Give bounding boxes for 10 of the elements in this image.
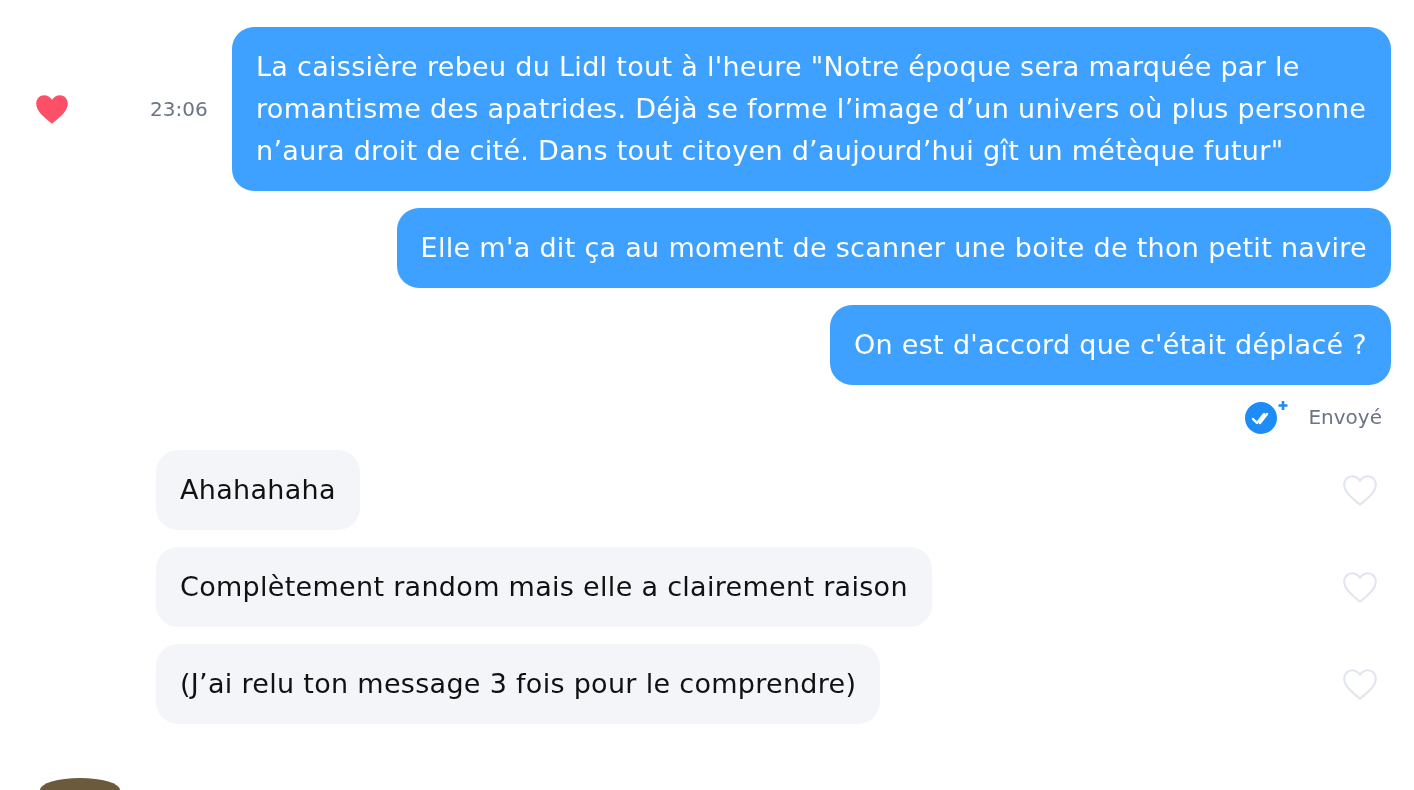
message-bubble: La caissière rebeu du Lidl tout à l'heure "Notre époque sera marquée par le romantisme des apatrides. Déjà se forme l’image d’un univers où plus personne n’aura droit de cité. Dans tout citoyen d’aujourd’hui gît un métèque futur"	[232, 27, 1391, 191]
heart-icon[interactable]	[34, 92, 70, 126]
message-bubble: On est d'accord que c'était déplacé ?	[830, 305, 1391, 385]
message-bubble: Ahahahaha	[156, 450, 360, 530]
message-bubble: (J’ai relu ton message 3 fois pour le comprendre)	[156, 644, 881, 724]
timestamp: 23:06	[150, 97, 208, 121]
double-check-icon	[1244, 399, 1289, 435]
sent-status: Envoyé	[1308, 405, 1382, 429]
message-bubble: Elle m'a dit ça au moment de scanner une boite de thon petit navire	[396, 208, 1391, 288]
message-bubble: Complètement random mais elle a clairement raison	[156, 547, 932, 627]
